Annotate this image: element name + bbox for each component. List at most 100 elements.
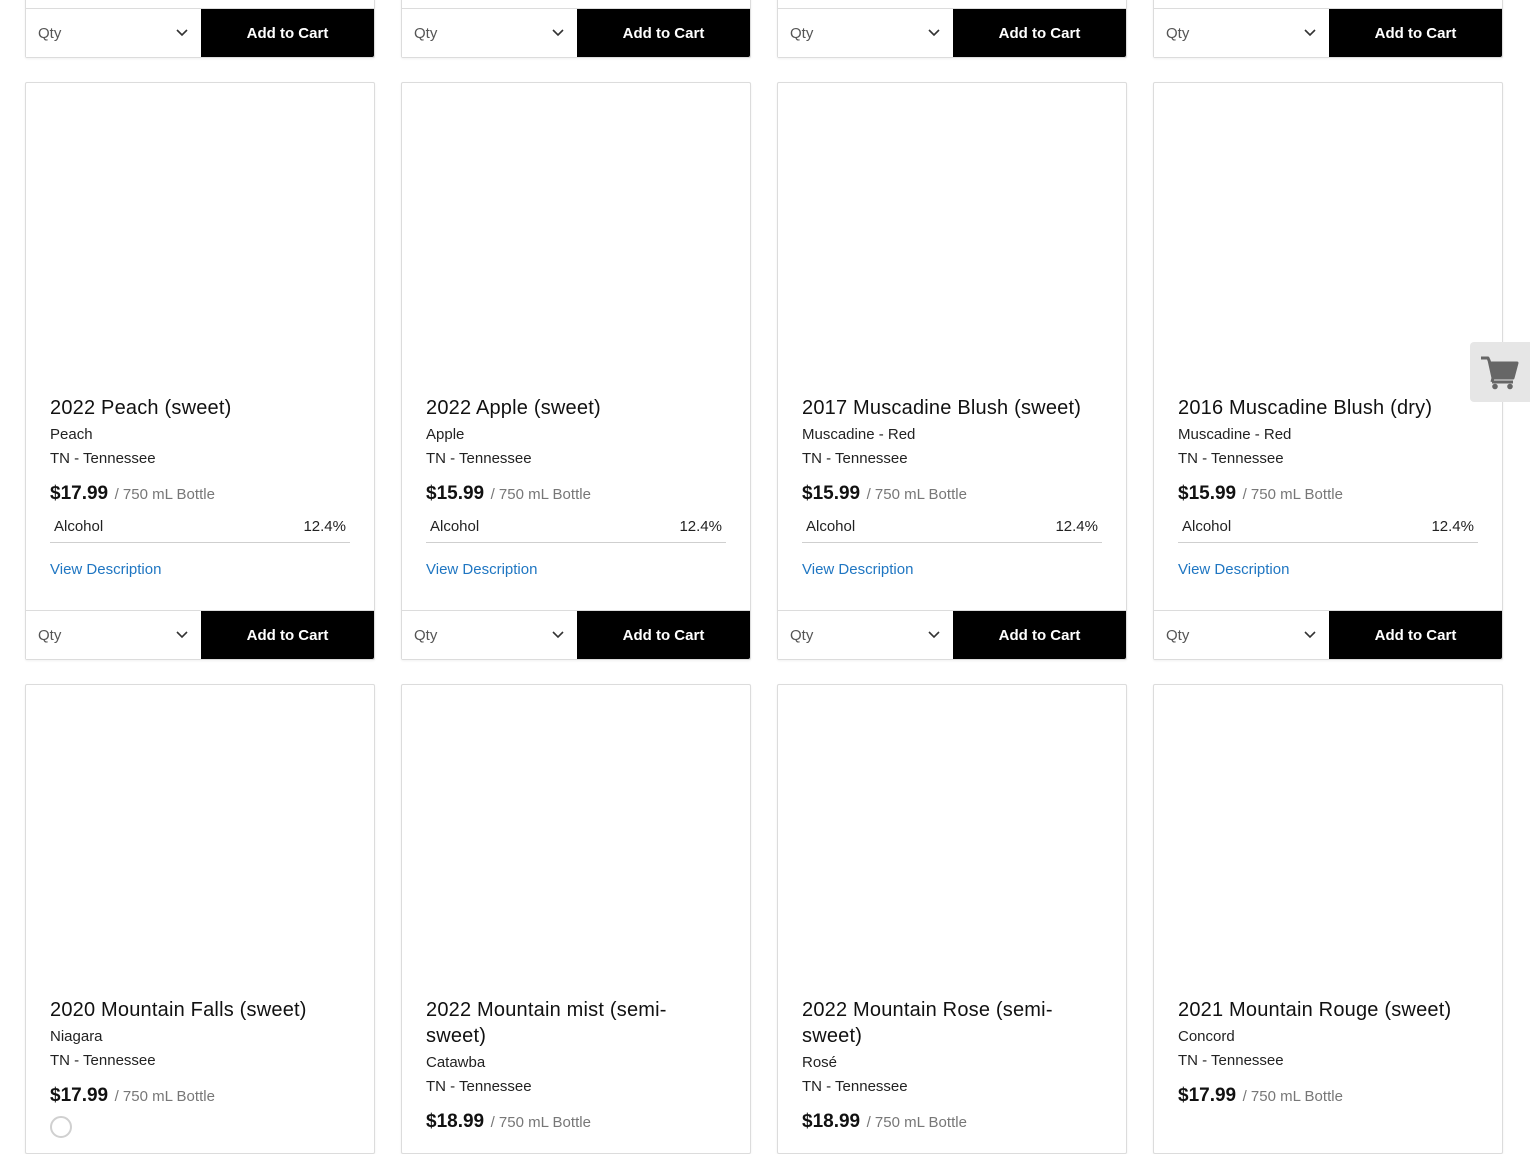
card-actions: Qty Add to Cart [402, 610, 750, 659]
card-actions: Qty Add to Cart [1154, 610, 1502, 659]
view-description-link[interactable]: View Description [802, 561, 913, 578]
card-actions: Qty Add to Cart [1154, 8, 1502, 57]
product-region: TN - Tennessee [426, 1078, 532, 1095]
product-card: 2022 Peach (sweet) Peach TN - Tennessee … [25, 82, 375, 660]
chevron-down-icon [552, 631, 564, 639]
add-to-cart-button[interactable]: Add to Cart [577, 611, 750, 659]
product-info: 2021 Mountain Rouge (sweet) Concord TN -… [1178, 997, 1478, 1110]
product-title[interactable]: 2017 Muscadine Blush (sweet) [802, 395, 1102, 421]
product-card: 2021 Mountain Rouge (sweet) Concord TN -… [1153, 684, 1503, 1154]
alcohol-row: Alcohol 12.4% [50, 518, 350, 543]
product-info: 2020 Mountain Falls (sweet) Niagara TN -… [50, 997, 350, 1110]
product-title[interactable]: 2016 Muscadine Blush (dry) [1178, 395, 1478, 421]
product-price: $18.99 [426, 1111, 485, 1132]
product-unit: / 750 mL Bottle [490, 486, 591, 503]
product-title[interactable]: 2021 Mountain Rouge (sweet) [1178, 997, 1478, 1023]
card-actions: Qty Add to Cart [26, 610, 374, 659]
product-varietal: Niagara [50, 1028, 103, 1045]
product-region: TN - Tennessee [50, 450, 156, 467]
chevron-down-icon [176, 631, 188, 639]
product-info: 2017 Muscadine Blush (sweet) Muscadine -… [802, 395, 1102, 579]
product-price: $18.99 [802, 1111, 861, 1132]
product-price: $17.99 [50, 1085, 109, 1106]
product-varietal: Muscadine - Red [802, 426, 916, 443]
add-to-cart-button[interactable]: Add to Cart [1329, 9, 1502, 57]
qty-placeholder: Qty [1166, 24, 1190, 42]
cart-toggle-button[interactable] [1470, 342, 1530, 402]
card-actions: Qty Add to Cart [778, 610, 1126, 659]
chevron-down-icon [1304, 29, 1316, 37]
chevron-down-icon [176, 29, 188, 37]
view-description-link[interactable]: View Description [1178, 561, 1289, 578]
product-card: 2016 Muscadine Blush (dry) Muscadine - R… [1153, 82, 1503, 660]
product-info: 2022 Mountain Rose (semi-sweet) Rosé TN … [802, 997, 1102, 1136]
alcohol-value: 12.4% [1055, 518, 1098, 535]
product-unit: / 750 mL Bottle [490, 1114, 591, 1131]
product-region: TN - Tennessee [1178, 450, 1284, 467]
loading-spinner-icon [50, 1116, 72, 1138]
product-price: $17.99 [50, 483, 109, 504]
alcohol-label: Alcohol [806, 518, 856, 535]
product-title[interactable]: 2020 Mountain Falls (sweet) [50, 997, 350, 1023]
view-description-link[interactable]: View Description [426, 561, 537, 578]
chevron-down-icon [928, 29, 940, 37]
qty-select[interactable]: Qty [402, 611, 577, 659]
product-unit: / 750 mL Bottle [114, 1088, 215, 1105]
product-card: 2022 Mountain mist (semi-sweet) Catawba … [401, 684, 751, 1154]
product-title[interactable]: 2022 Peach (sweet) [50, 395, 350, 421]
add-to-cart-button[interactable]: Add to Cart [953, 9, 1126, 57]
product-region: TN - Tennessee [802, 450, 908, 467]
price-line: $17.99 / 750 mL Bottle [50, 1083, 350, 1110]
alcohol-row: Alcohol 12.4% [802, 518, 1102, 543]
qty-select[interactable]: Qty [778, 611, 953, 659]
qty-placeholder: Qty [1166, 626, 1190, 644]
product-varietal: Apple [426, 426, 465, 443]
qty-select[interactable]: Qty [1154, 9, 1329, 57]
price-line: $17.99 / 750 mL Bottle [1178, 1083, 1478, 1110]
add-to-cart-button[interactable]: Add to Cart [201, 9, 374, 57]
alcohol-value: 12.4% [679, 518, 722, 535]
add-to-cart-button[interactable]: Add to Cart [577, 9, 750, 57]
product-card: Qty Add to Cart [401, 0, 751, 58]
product-info: 2022 Peach (sweet) Peach TN - Tennessee … [50, 395, 350, 579]
product-varietal: Peach [50, 426, 93, 443]
product-region: TN - Tennessee [1178, 1052, 1284, 1069]
product-title[interactable]: 2022 Mountain mist (semi-sweet) [426, 997, 686, 1049]
qty-placeholder: Qty [790, 24, 814, 42]
qty-select[interactable]: Qty [402, 9, 577, 57]
price-line: $15.99 / 750 mL Bottle [802, 481, 1102, 508]
alcohol-label: Alcohol [430, 518, 480, 535]
product-unit: / 750 mL Bottle [114, 486, 215, 503]
price-line: $18.99 / 750 mL Bottle [802, 1109, 1102, 1136]
product-varietal: Muscadine - Red [1178, 426, 1292, 443]
qty-placeholder: Qty [790, 626, 814, 644]
product-region: TN - Tennessee [50, 1052, 156, 1069]
qty-select[interactable]: Qty [1154, 611, 1329, 659]
product-price: $15.99 [1178, 483, 1237, 504]
product-info: 2022 Apple (sweet) Apple TN - Tennessee … [426, 395, 726, 579]
alcohol-value: 12.4% [303, 518, 346, 535]
product-price: $15.99 [426, 483, 485, 504]
qty-select[interactable]: Qty [26, 611, 201, 659]
qty-select[interactable]: Qty [26, 9, 201, 57]
product-card: 2020 Mountain Falls (sweet) Niagara TN -… [25, 684, 375, 1154]
qty-placeholder: Qty [38, 24, 62, 42]
add-to-cart-button[interactable]: Add to Cart [201, 611, 374, 659]
price-line: $17.99 / 750 mL Bottle [50, 481, 350, 508]
qty-placeholder: Qty [38, 626, 62, 644]
product-price: $15.99 [802, 483, 861, 504]
add-to-cart-button[interactable]: Add to Cart [1329, 611, 1502, 659]
price-line: $18.99 / 750 mL Bottle [426, 1109, 726, 1136]
product-title[interactable]: 2022 Apple (sweet) [426, 395, 726, 421]
qty-select[interactable]: Qty [778, 9, 953, 57]
alcohol-label: Alcohol [1182, 518, 1232, 535]
product-card: Qty Add to Cart [1153, 0, 1503, 58]
view-description-link[interactable]: View Description [50, 561, 161, 578]
alcohol-value: 12.4% [1431, 518, 1474, 535]
product-title[interactable]: 2022 Mountain Rose (semi-sweet) [802, 997, 1072, 1049]
product-unit: / 750 mL Bottle [1242, 486, 1343, 503]
card-actions: Qty Add to Cart [402, 8, 750, 57]
add-to-cart-button[interactable]: Add to Cart [953, 611, 1126, 659]
product-unit: / 750 mL Bottle [1242, 1088, 1343, 1105]
alcohol-row: Alcohol 12.4% [1178, 518, 1478, 543]
